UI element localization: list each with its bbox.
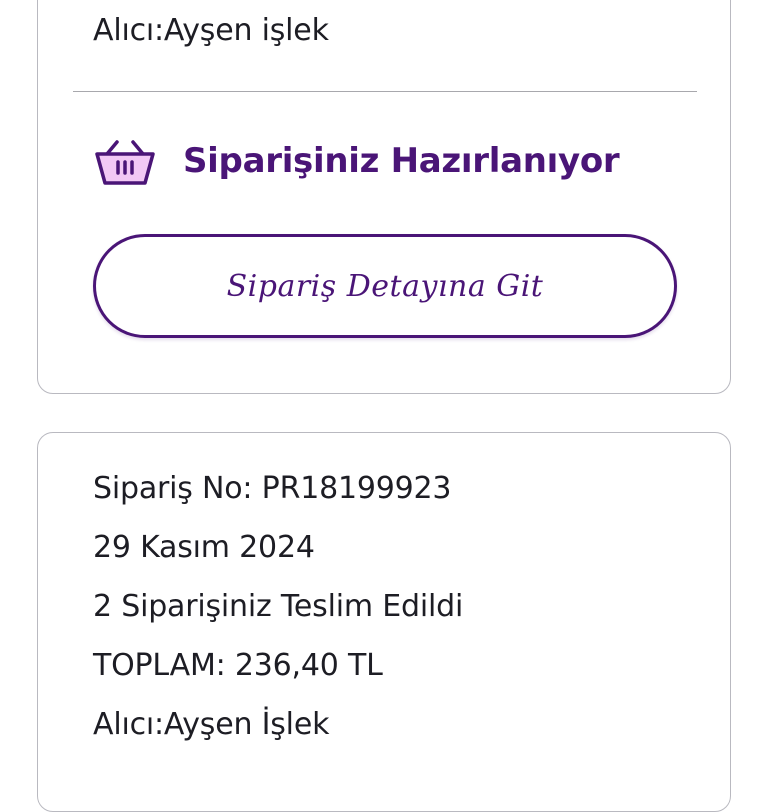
recipient-text: Alıcı:Ayşen İşlek <box>93 707 330 742</box>
order-status-label: Siparişiniz Hazırlanıyor <box>183 141 620 181</box>
order-card-preparing: Alıcı:Ayşen işlek Siparişiniz Hazırlanıy… <box>37 0 731 394</box>
shopping-basket-icon <box>95 140 155 185</box>
order-detail-button-label: Sipariş Detayına Git <box>226 268 544 304</box>
order-total-text: TOPLAM: 236,40 TL <box>93 648 383 683</box>
order-date-text: 29 Kasım 2024 <box>93 530 315 565</box>
recipient-text: Alıcı:Ayşen işlek <box>93 13 329 48</box>
order-status-row: Siparişiniz Hazırlanıyor <box>93 129 620 193</box>
order-number-text: Sipariş No: PR18199923 <box>93 471 452 506</box>
order-card-delivered: Sipariş No: PR18199923 29 Kasım 2024 2 S… <box>37 432 731 812</box>
order-detail-button[interactable]: Sipariş Detayına Git <box>93 234 677 338</box>
delivery-status-text: 2 Siparişiniz Teslim Edildi <box>93 589 464 624</box>
card-divider <box>73 91 697 92</box>
